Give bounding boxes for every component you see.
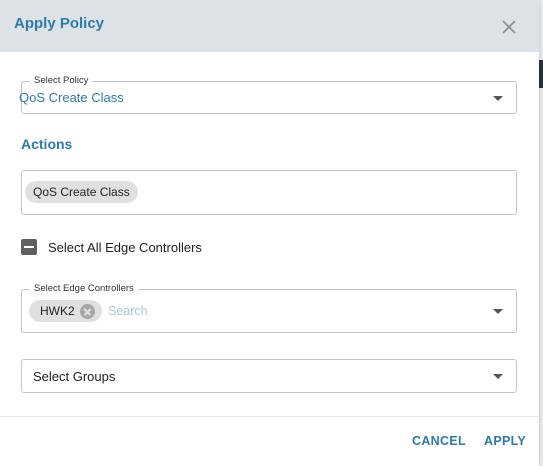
chevron-down-icon	[493, 96, 503, 101]
chevron-down-icon	[493, 309, 503, 314]
select-policy-value: QoS Create Class	[19, 90, 124, 105]
edge-controller-chip-label: HWK2	[40, 304, 75, 318]
select-policy-dropdown[interactable]: Select Policy QoS Create Class	[19, 75, 517, 114]
close-icon	[502, 20, 516, 34]
select-edge-controllers-field[interactable]: Select Edge Controllers HWK2	[21, 283, 517, 333]
background-page-bar	[539, 60, 543, 88]
apply-button[interactable]: APPLY	[484, 434, 526, 448]
select-all-label: Select All Edge Controllers	[48, 240, 202, 255]
actions-box: QoS Create Class	[21, 170, 517, 215]
select-all-checkbox[interactable]	[21, 239, 37, 255]
select-groups-dropdown[interactable]: Select Groups	[21, 359, 517, 393]
chevron-down-icon	[493, 374, 503, 379]
apply-policy-dialog: Apply Policy Select Policy QoS Create Cl…	[0, 0, 539, 466]
select-policy-label: Select Policy	[30, 75, 93, 87]
actions-heading: Actions	[21, 136, 73, 152]
dialog-title: Apply Policy	[14, 15, 105, 32]
footer-divider	[0, 416, 539, 417]
edge-controller-search-input[interactable]	[108, 302, 488, 320]
select-edge-controllers-label: Select Edge Controllers	[30, 283, 138, 295]
dialog-header: Apply Policy	[0, 0, 539, 52]
cancel-button[interactable]: CANCEL	[412, 434, 466, 448]
action-chip: QoS Create Class	[25, 181, 138, 203]
background-page	[539, 0, 543, 466]
chip-remove-icon[interactable]	[80, 304, 95, 319]
select-groups-placeholder: Select Groups	[33, 369, 116, 384]
close-button[interactable]	[500, 18, 518, 36]
